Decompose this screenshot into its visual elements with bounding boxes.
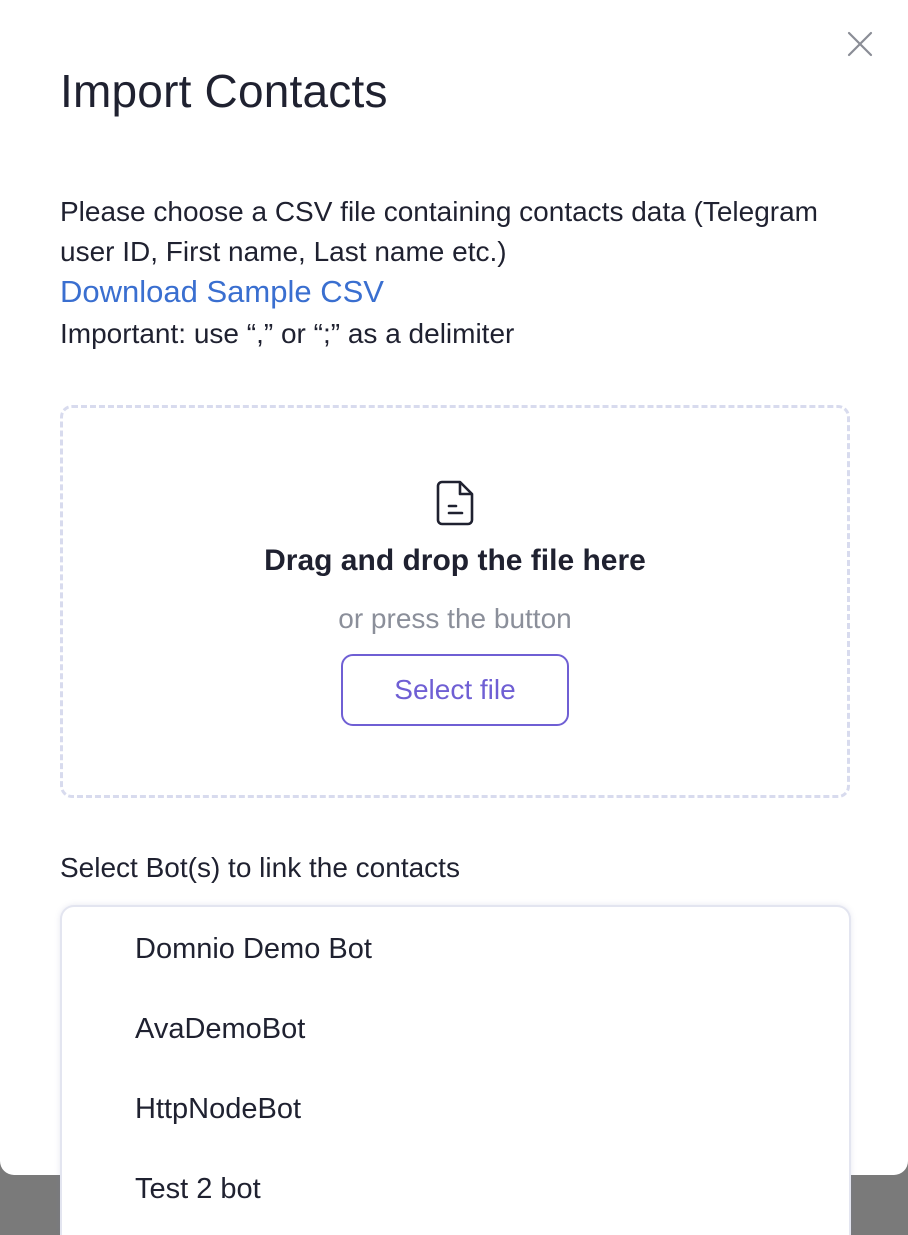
file-icon (436, 480, 474, 526)
select-file-button[interactable]: Select file (341, 654, 569, 726)
bot-option[interactable]: AvaDemoBot (135, 1013, 305, 1046)
bot-selector-list[interactable]: Domnio Demo Bot AvaDemoBot HttpNodeBot T… (60, 905, 851, 1235)
file-dropzone[interactable] (60, 405, 850, 798)
dialog-title: Import Contacts (60, 65, 388, 117)
instructions-text: Please choose a CSV file containing cont… (60, 196, 818, 267)
delimiter-note: Important: use “,” or “;” as a delimiter (60, 318, 515, 349)
close-button[interactable] (838, 22, 882, 66)
bot-option[interactable]: HttpNodeBot (135, 1093, 301, 1126)
bot-option[interactable]: Domnio Demo Bot (135, 933, 372, 966)
dropzone-subtitle: or press the button (338, 603, 572, 634)
close-icon (847, 31, 873, 57)
bot-option[interactable]: Test 2 bot (135, 1173, 261, 1206)
select-bots-label: Select Bot(s) to link the contacts (60, 852, 460, 883)
dropzone-title: Drag and drop the file here (264, 544, 646, 577)
download-sample-csv-link[interactable]: Download Sample CSV (60, 274, 384, 310)
